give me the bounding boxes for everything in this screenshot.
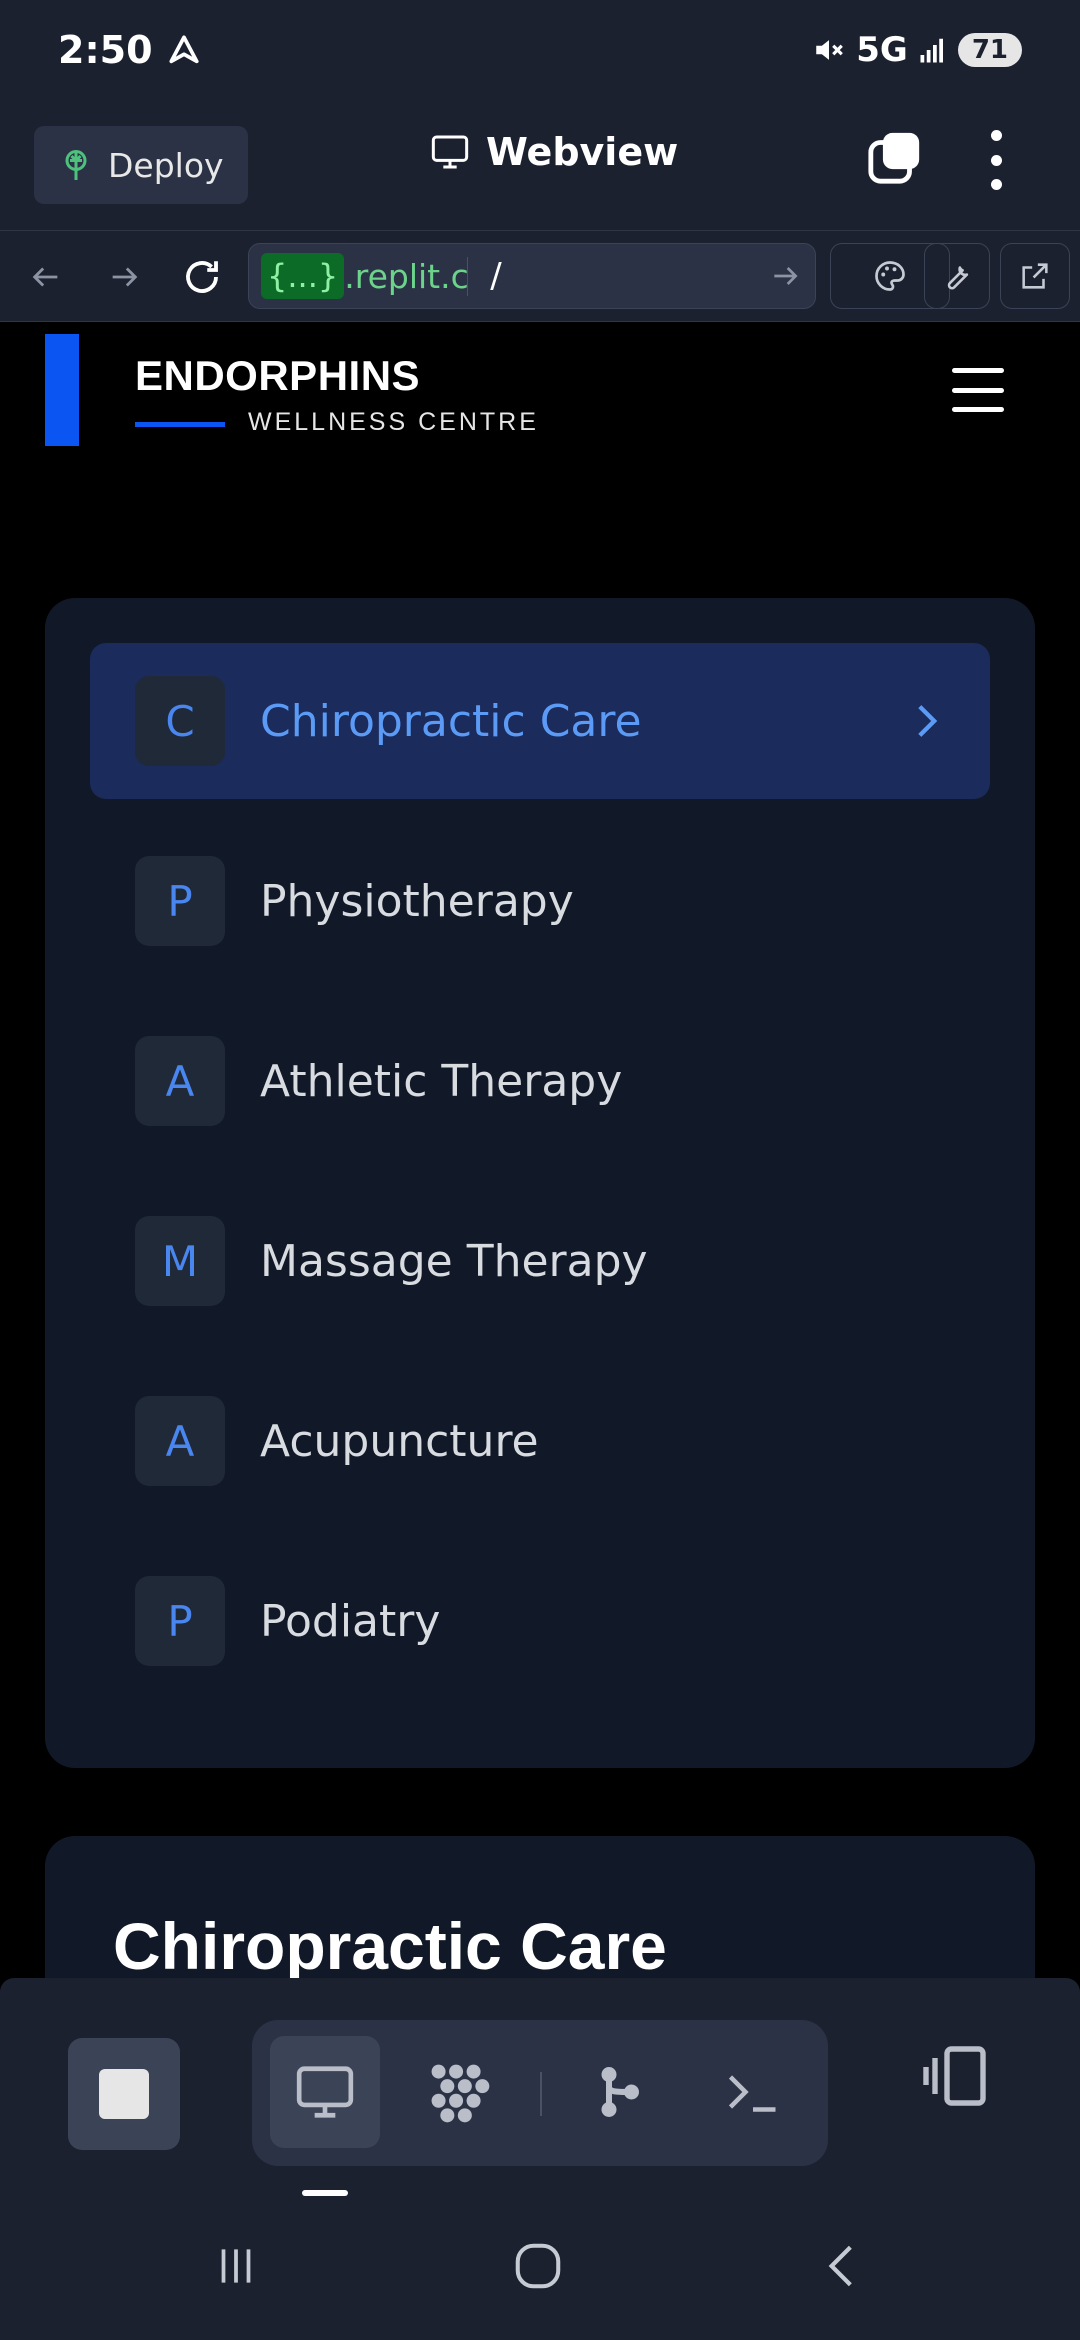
home-icon[interactable] [508,2236,568,2296]
webview-content: ENDORPHINS WELLNESS CENTRE C Chiropracti… [0,322,1080,1978]
system-navigation-bar [0,2208,1080,2340]
service-label: Athletic Therapy [260,1055,623,1107]
recents-icon[interactable] [206,2236,266,2296]
logo-subtitle: WELLNESS CENTRE [248,408,539,436]
pane-switcher [252,2020,828,2166]
replit-bottom-bar [0,1978,1080,2340]
monitor-icon [431,135,469,169]
service-label: Massage Therapy [260,1235,648,1287]
services-list: C Chiropractic Care P Physiotherapy A At… [45,598,1035,1768]
logo-underline [135,422,225,427]
go-icon[interactable] [769,260,801,292]
service-letter-badge: C [135,676,225,766]
back-icon[interactable] [18,249,74,305]
browser-toolbar: {...} .replit.c / [0,230,1080,322]
service-letter-badge: P [135,1576,225,1666]
service-item-massage-therapy[interactable]: M Massage Therapy [90,1183,990,1339]
service-label: Acupuncture [260,1415,539,1467]
service-letter-badge: P [135,856,225,946]
service-item-physiotherapy[interactable]: P Physiotherapy [90,823,990,979]
url-path: / [490,256,502,296]
webview-pane-button[interactable] [270,2036,380,2148]
nav-back-icon[interactable] [812,2236,872,2296]
url-domain: .replit.c [344,256,469,296]
service-letter-badge: A [135,1036,225,1126]
service-detail-title: Chiropractic Care [113,1909,667,1978]
battery-level: 71 [957,33,1022,67]
service-item-athletic-therapy[interactable]: A Athletic Therapy [90,1003,990,1159]
navigation-arrow-icon [168,35,199,64]
chevron-right-icon [918,705,938,737]
url-input[interactable]: {...} .replit.c / [248,243,816,309]
service-label: Podiatry [260,1595,441,1647]
network-type: 5G [856,30,908,70]
wrench-icon [947,266,969,290]
service-letter-badge: A [135,1396,225,1486]
stop-button[interactable] [68,2038,180,2150]
logo-title[interactable]: ENDORPHINS [135,352,420,400]
service-item-chiropractic-care[interactable]: C Chiropractic Care [90,643,990,799]
active-pane-indicator [302,2190,348,2196]
pane-divider [540,2072,542,2116]
webview-label: Webview [486,130,679,174]
forward-icon[interactable] [96,249,152,305]
deploy-button[interactable]: Deploy [34,126,248,204]
url-badge: {...} [261,253,345,299]
shell-icon [728,2075,776,2112]
git-icon [601,2067,639,2117]
git-pane-button[interactable] [564,2036,674,2148]
service-item-podiatry[interactable]: P Podiatry [90,1543,990,1699]
mute-icon [816,40,844,60]
webview-tab-title[interactable]: Webview [430,130,678,174]
tabs-icon[interactable] [866,128,924,186]
open-external-button[interactable] [1000,243,1070,309]
devtools-button[interactable] [924,243,990,309]
palette-icon [875,261,905,291]
app-header: Deploy Webview [0,100,1080,230]
shell-pane-button[interactable] [698,2036,808,2148]
deploy-label: Deploy [108,145,224,185]
status-indicators: 5G 71 [812,30,1022,70]
status-time: 2:50 [58,28,153,72]
signal-icon [920,38,943,63]
status-bar: 2:50 5G 71 [0,0,1080,100]
service-detail-card: Chiropractic Care [45,1836,1035,1978]
more-icon[interactable] [984,130,1008,190]
workflow-pane-button[interactable] [404,2036,514,2148]
logo-accent-bar [45,334,79,446]
stop-icon [99,2069,149,2119]
external-link-icon [1022,263,1048,289]
workflow-icon [431,2064,490,2123]
hamburger-icon[interactable] [952,368,1004,412]
monitor-icon [296,2066,354,2118]
layout-icon[interactable] [920,2040,992,2112]
service-label: Physiotherapy [260,875,574,927]
deploy-icon [65,150,87,180]
service-item-acupuncture[interactable]: A Acupuncture [90,1363,990,1519]
service-label: Chiropractic Care [260,695,642,747]
reload-icon[interactable] [174,249,230,305]
service-letter-badge: M [135,1216,225,1306]
